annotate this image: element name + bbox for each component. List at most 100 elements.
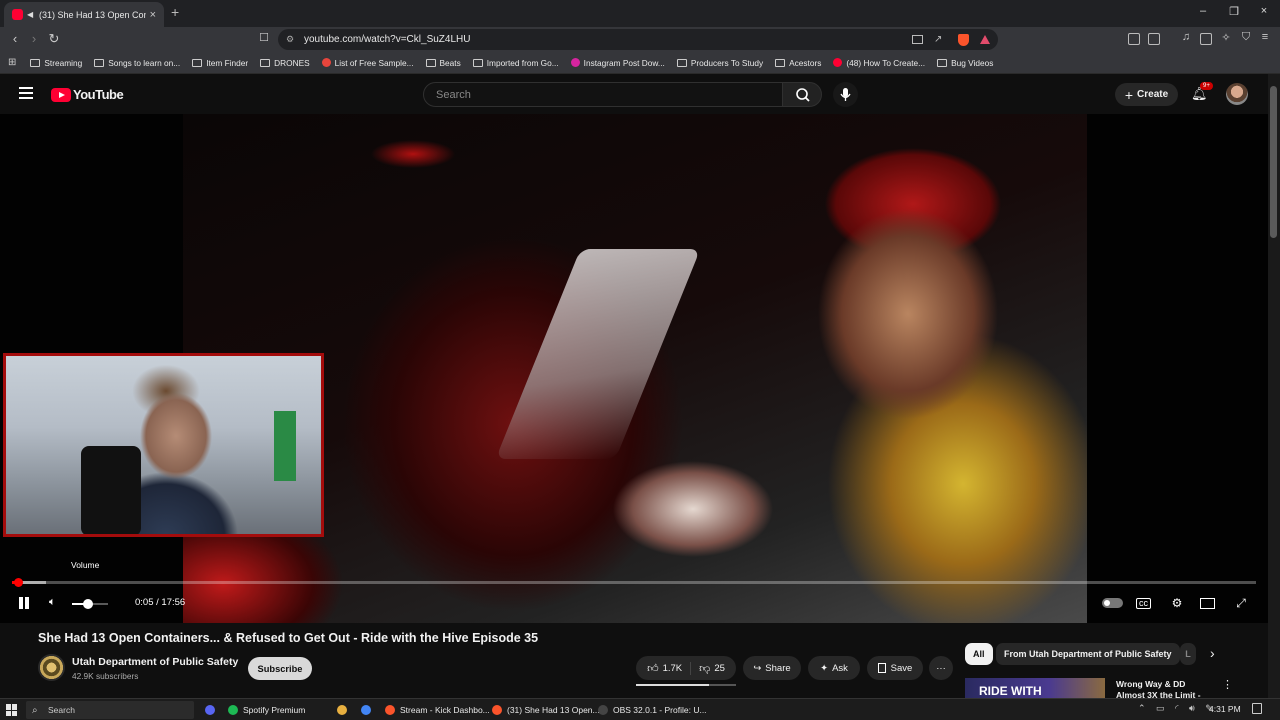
volume-slider[interactable]: [72, 599, 108, 609]
back-icon[interactable]: ‹: [7, 31, 23, 46]
media-icon[interactable]: ♫: [1178, 31, 1194, 43]
bookmark-item[interactable]: Producers To Study: [676, 57, 764, 68]
more-actions-button[interactable]: ···: [929, 656, 953, 680]
fullscreen-icon[interactable]: ⤢: [1232, 596, 1250, 611]
restore-icon[interactable]: ❐: [1227, 5, 1241, 18]
bookmark-item[interactable]: Beats: [425, 58, 461, 68]
recommended-video-title[interactable]: Wrong Way & DD Almost 3X the Limit -: [1116, 679, 1216, 698]
address-bar[interactable]: ⚙ youtube.com/watch?v=Ckl_SuZ4LHU ↗: [278, 29, 998, 50]
menu-icon[interactable]: ≡: [1257, 31, 1273, 43]
cast-icon[interactable]: [912, 35, 923, 44]
minimize-icon[interactable]: –: [1196, 5, 1210, 17]
site-info-icon[interactable]: ⚙: [286, 34, 294, 45]
taskbar-app-icon: [598, 705, 608, 715]
brave-rewards-icon[interactable]: [980, 35, 990, 44]
bookmark-item[interactable]: List of Free Sample...: [321, 58, 414, 68]
bookmark-item[interactable]: Streaming: [30, 58, 82, 68]
account-avatar[interactable]: [1226, 83, 1248, 105]
browser-tab-active[interactable]: ◀ (31) She Had 13 Open Conta ×: [4, 2, 164, 27]
channel-name[interactable]: Utah Department of Public Safety: [72, 656, 238, 668]
wallet-icon[interactable]: [1200, 33, 1212, 45]
youtube-logo[interactable]: YouTube: [51, 87, 124, 102]
settings-gear-icon[interactable]: ⚙: [1168, 596, 1186, 610]
bookmark-item[interactable]: Songs to learn on...: [94, 58, 180, 68]
taskbar-search[interactable]: ⌕ Search: [26, 701, 194, 719]
captions-icon[interactable]: cc: [1136, 598, 1151, 609]
forward-icon[interactable]: ›: [26, 31, 42, 46]
extensions-icon[interactable]: [1128, 33, 1140, 45]
search-input[interactable]: Search: [423, 82, 783, 107]
voice-search-button[interactable]: [833, 82, 858, 107]
chips-next-chevron-icon[interactable]: ›: [1210, 645, 1215, 661]
taskbar-app[interactable]: Stream - Kick Dashbo...: [385, 702, 490, 718]
apps-grid-icon[interactable]: ⊞: [8, 57, 16, 68]
autoplay-toggle[interactable]: [1102, 598, 1123, 608]
sidebar-icon[interactable]: [1148, 33, 1160, 45]
save-button[interactable]: Save: [867, 656, 923, 680]
chip-from-channel[interactable]: From Utah Department of Public Safety: [996, 643, 1180, 665]
theater-mode-icon[interactable]: [1200, 598, 1215, 609]
taskbar-app[interactable]: (31) She Had 13 Open...: [492, 702, 600, 718]
like-button[interactable]: 👍︎ 1.7K: [647, 661, 692, 675]
ask-button[interactable]: ✦ Ask: [808, 656, 860, 680]
create-button[interactable]: + Create: [1115, 83, 1178, 106]
taskbar-app-label: (31) She Had 13 Open...: [507, 705, 600, 715]
guide-menu-icon[interactable]: [19, 87, 33, 102]
search-placeholder: Search: [436, 88, 471, 101]
recommended-more-icon[interactable]: ⋮: [1222, 678, 1233, 691]
bookmark-item[interactable]: Imported from Go...: [472, 57, 559, 68]
bookmark-item[interactable]: Bug Videos: [937, 58, 993, 68]
close-tab-icon[interactable]: ×: [150, 9, 156, 21]
plus-icon: +: [1124, 86, 1134, 103]
video-player[interactable]: [0, 114, 1268, 623]
recommended-thumbnail[interactable]: RIDE WITH: [965, 678, 1105, 698]
leo-ai-icon[interactable]: ✧: [1218, 31, 1234, 44]
like-dislike-group: 👍︎ 1.7K 👎︎ 25: [636, 656, 736, 680]
youtube-favicon-icon: [12, 9, 23, 20]
share-page-icon[interactable]: ↗: [934, 34, 942, 45]
taskbar-app[interactable]: [361, 702, 376, 718]
brave-shield-icon[interactable]: [958, 33, 969, 46]
taskbar-app[interactable]: [205, 702, 220, 718]
bookmark-label: Bug Videos: [951, 57, 994, 68]
volume-tooltip: Volume: [71, 560, 100, 570]
scrollbar-thumb[interactable]: [1270, 86, 1277, 238]
notification-center-icon[interactable]: [1252, 703, 1262, 714]
taskbar-app[interactable]: Spotify Premium: [228, 702, 305, 718]
close-window-icon[interactable]: ×: [1257, 5, 1271, 17]
page-scrollbar[interactable]: [1268, 74, 1280, 698]
windows-start-icon[interactable]: [6, 704, 18, 716]
search-button[interactable]: [782, 82, 822, 107]
bookmark-item[interactable]: DRONES: [260, 58, 310, 68]
subscriber-count: 42.9K subscribers: [72, 671, 139, 681]
audio-playing-icon[interactable]: ◀: [27, 10, 36, 19]
taskbar-app[interactable]: OBS 32.0.1 - Profile: U...: [598, 702, 707, 718]
webcam-chair: [81, 446, 141, 534]
bookmark-label: Imported from Go...: [486, 57, 559, 68]
dislike-button[interactable]: 👎︎ 25: [691, 662, 725, 675]
vpn-icon[interactable]: ⛉: [1238, 31, 1254, 44]
save-label: Save: [890, 662, 913, 674]
bookmark-item[interactable]: Instagram Post Dow...: [570, 58, 665, 68]
bookmark-item[interactable]: Acestors: [775, 58, 821, 68]
pause-button[interactable]: [18, 597, 30, 609]
taskbar-clock[interactable]: 4:31 PM: [1209, 704, 1241, 714]
volume-icon[interactable]: 🔈︎: [49, 596, 65, 610]
new-tab-icon[interactable]: +: [171, 4, 179, 20]
thumbnail-text: RIDE WITH: [979, 684, 1042, 698]
bookmark-label: Producers To Study: [690, 57, 764, 68]
channel-avatar[interactable]: [38, 654, 65, 681]
reload-icon[interactable]: ↻: [46, 31, 62, 47]
bookmark-item[interactable]: (48) How To Create...: [833, 58, 925, 68]
share-button[interactable]: ↪ Share: [743, 656, 801, 680]
chip-partial[interactable]: L: [1180, 643, 1196, 665]
chip-all[interactable]: All: [965, 643, 993, 665]
subscribe-button[interactable]: Subscribe: [248, 657, 312, 680]
bookmark-icon[interactable]: ☐: [256, 31, 272, 44]
tab-title: (31) She Had 13 Open Conta: [39, 9, 146, 20]
taskbar-app[interactable]: [337, 702, 352, 718]
taskbar-app-label: OBS 32.0.1 - Profile: U...: [613, 705, 707, 715]
progress-bar[interactable]: [12, 581, 1256, 584]
bookmark-item[interactable]: Item Finder: [192, 58, 248, 68]
sparkle-icon: ✦: [820, 662, 829, 674]
